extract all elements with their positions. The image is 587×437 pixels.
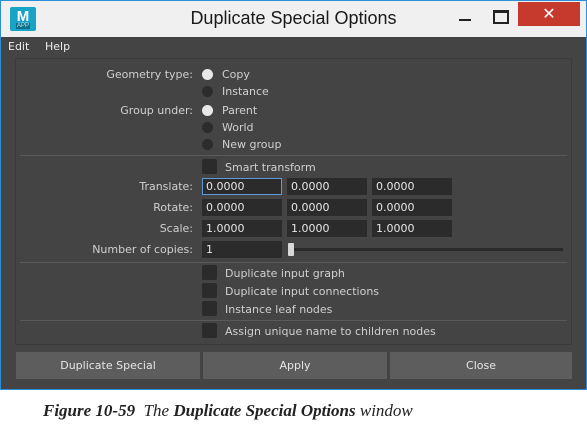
menu-edit[interactable]: Edit — [8, 40, 29, 53]
caption-post: window — [359, 401, 413, 420]
scale-z-field[interactable]: 1.0000 — [372, 220, 452, 237]
caption-pre: The — [143, 401, 170, 420]
scale-label: Scale: — [159, 222, 193, 235]
duplicate-input-connections-checkbox[interactable] — [202, 283, 217, 298]
separator — [20, 155, 567, 156]
smart-transform-label: Smart transform — [225, 161, 316, 174]
apply-button[interactable]: Apply — [203, 352, 387, 379]
instance-leaf-nodes-checkbox[interactable] — [202, 301, 217, 316]
scale-y-field[interactable]: 1.0000 — [287, 220, 367, 237]
figure-caption: Figure 10-59 The Duplicate Special Optio… — [43, 401, 413, 421]
duplicate-input-graph-checkbox[interactable] — [202, 265, 217, 280]
assign-unique-name-label: Assign unique name to children nodes — [225, 325, 436, 338]
geometry-instance-radio[interactable] — [202, 86, 213, 97]
options-panel: Geometry type: Copy Instance Group under… — [15, 58, 572, 345]
geometry-copy-radio[interactable] — [202, 69, 213, 80]
title-bar: M APP Duplicate Special Options ✕ — [1, 1, 586, 37]
translate-z-field[interactable]: 0.0000 — [372, 178, 452, 195]
group-world-radio[interactable] — [202, 122, 213, 133]
smart-transform-checkbox[interactable] — [202, 159, 217, 174]
minimize-icon[interactable] — [449, 9, 483, 29]
number-of-copies-label: Number of copies: — [92, 243, 193, 256]
geometry-copy-label: Copy — [222, 68, 250, 81]
copies-slider-handle[interactable] — [288, 243, 294, 256]
rotate-x-field[interactable]: 0.0000 — [202, 199, 282, 216]
close-icon: ✕ — [542, 4, 556, 23]
duplicate-special-window: M APP Duplicate Special Options ✕ Edit H… — [0, 0, 587, 390]
close-button[interactable]: Close — [390, 352, 572, 379]
separator — [20, 320, 567, 321]
group-parent-label: Parent — [222, 104, 258, 117]
assign-unique-name-checkbox[interactable] — [202, 323, 217, 338]
geometry-instance-label: Instance — [222, 85, 269, 98]
group-new-group-radio[interactable] — [202, 139, 213, 150]
copies-slider-track[interactable] — [288, 248, 563, 251]
geometry-type-label: Geometry type: — [106, 68, 193, 81]
duplicate-input-connections-label: Duplicate input connections — [225, 285, 380, 298]
group-parent-radio[interactable] — [202, 105, 213, 116]
duplicate-input-graph-label: Duplicate input graph — [225, 267, 345, 280]
number-of-copies-field[interactable]: 1 — [202, 241, 282, 258]
scale-x-field[interactable]: 1.0000 — [202, 220, 282, 237]
rotate-z-field[interactable]: 0.0000 — [372, 199, 452, 216]
menu-bar: Edit Help — [1, 37, 586, 57]
rotate-label: Rotate: — [153, 201, 193, 214]
translate-x-field[interactable]: 0.0000 — [202, 178, 282, 195]
duplicate-special-button[interactable]: Duplicate Special — [16, 352, 200, 379]
figure-number: Figure 10-59 — [43, 401, 136, 420]
translate-label: Translate: — [139, 180, 193, 193]
menu-help[interactable]: Help — [45, 40, 70, 53]
group-new-group-label: New group — [222, 138, 282, 151]
translate-y-field[interactable]: 0.0000 — [287, 178, 367, 195]
group-world-label: World — [222, 121, 254, 134]
separator — [20, 262, 567, 263]
maximize-icon[interactable] — [483, 9, 517, 29]
instance-leaf-nodes-label: Instance leaf nodes — [225, 303, 333, 316]
rotate-y-field[interactable]: 0.0000 — [287, 199, 367, 216]
close-window-button[interactable]: ✕ — [518, 2, 580, 26]
group-under-label: Group under: — [120, 104, 193, 117]
caption-bold: Duplicate Special Options — [173, 401, 356, 420]
